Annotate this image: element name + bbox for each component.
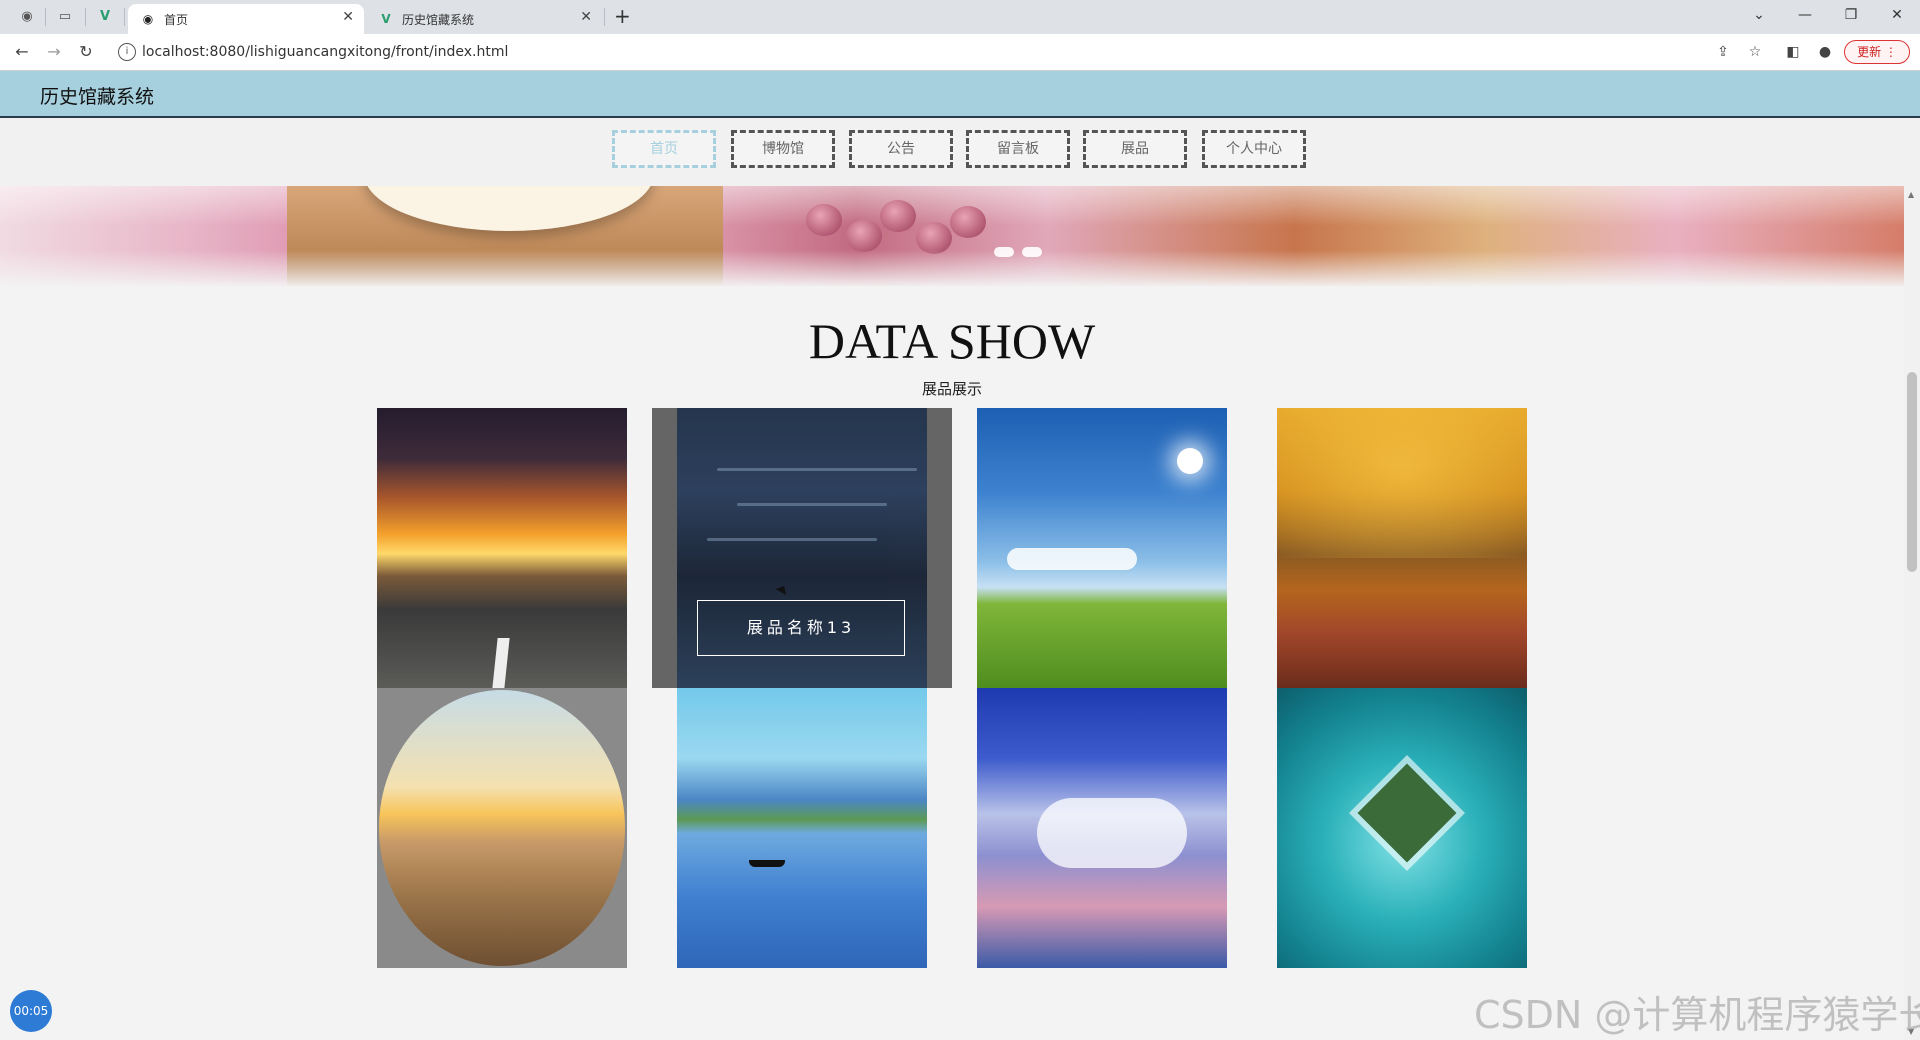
tab-separator — [45, 8, 46, 26]
new-tab-button[interactable]: + — [614, 4, 631, 28]
banner-rosebud — [846, 220, 882, 252]
recording-timer[interactable]: 00:05 — [10, 990, 52, 1032]
section-title: DATA SHOW — [808, 313, 1096, 369]
tab-search-dropdown-icon[interactable]: ⌄ — [1744, 4, 1774, 26]
exhibit-card-hovered[interactable]: 展品名称13 — [652, 408, 952, 688]
profile-avatar-icon[interactable]: ● — [1814, 42, 1836, 62]
site-info-icon[interactable]: i — [118, 43, 136, 61]
nav-home[interactable]: 首页 — [612, 130, 716, 168]
share-icon[interactable]: ⇪ — [1712, 42, 1734, 62]
exhibit-card-green-hill[interactable] — [977, 408, 1227, 688]
cloud — [1037, 798, 1187, 868]
banner-rosebud — [950, 206, 986, 238]
scroll-up-arrow-icon[interactable]: ▲ — [1908, 190, 1914, 199]
close-tab-icon[interactable]: ✕ — [342, 9, 354, 25]
road-line — [492, 638, 510, 688]
sun — [1177, 448, 1203, 474]
site-header: 历史馆藏系统 — [0, 71, 1920, 118]
browser-tab-strip: ◉ ▭ V ◉ 首页 ✕ V 历史馆藏系统 ✕ + ⌄ — ❐ ✕ — [0, 0, 1920, 34]
carousel-dot[interactable] — [994, 247, 1014, 257]
cloud — [1007, 548, 1137, 570]
side-panel-icon[interactable]: ◧ — [1782, 42, 1804, 62]
nav-personal-center[interactable]: 个人中心 — [1202, 130, 1306, 168]
update-button[interactable]: 更新 ⋮ — [1844, 40, 1910, 64]
banner-rosebud — [806, 204, 842, 236]
more-menu-icon: ⋮ — [1884, 45, 1897, 59]
exhibit-card-desert-circle[interactable] — [377, 688, 627, 968]
exhibit-card-anime-clouds[interactable] — [977, 688, 1227, 968]
close-tab-icon[interactable]: ✕ — [580, 9, 592, 25]
water-ripple — [717, 468, 917, 471]
forward-arrow-icon[interactable]: → — [42, 41, 66, 63]
scroll-thumb[interactable] — [1907, 372, 1917, 572]
tab-separator — [85, 8, 86, 26]
restore-icon[interactable]: ❐ — [1836, 4, 1866, 26]
pinned-tab-icon[interactable]: ▭ — [56, 8, 74, 26]
nav-announcement[interactable]: 公告 — [849, 130, 953, 168]
tab-title: 首页 — [164, 13, 189, 27]
banner-rosebud — [880, 200, 916, 232]
exhibit-card-lake-boat[interactable] — [677, 688, 927, 968]
globe-icon: ◉ — [142, 12, 154, 26]
minimize-icon[interactable]: — — [1790, 4, 1820, 26]
browser-tab-system[interactable]: V 历史馆藏系统 ✕ — [366, 4, 602, 34]
watermark: CSDN @计算机程序猿学长 — [1474, 993, 1920, 1037]
url-text[interactable]: localhost:8080/lishiguancangxitong/front… — [142, 44, 508, 60]
water-ripple — [707, 538, 877, 541]
desert-image — [379, 690, 625, 966]
tab-separator — [604, 8, 605, 26]
tab-separator — [124, 8, 125, 26]
nav-exhibits[interactable]: 展品 — [1083, 130, 1187, 168]
heart-island — [1357, 763, 1457, 863]
section-subtitle: 展品展示 — [921, 380, 982, 398]
foliage-glow — [1277, 408, 1527, 558]
exhibit-card-sunset-road[interactable] — [377, 408, 627, 688]
bookmark-star-icon[interactable]: ☆ — [1744, 42, 1766, 62]
carousel-dot[interactable] — [1022, 247, 1042, 257]
address-bar[interactable]: i localhost:8080/lishiguancangxitong/fro… — [110, 39, 1710, 65]
page-scrollbar[interactable]: ▲ ▼ — [1904, 186, 1920, 1040]
exhibit-name-label[interactable]: 展品名称13 — [697, 600, 905, 656]
banner-fade — [0, 250, 1904, 286]
exhibit-card-autumn-trees[interactable] — [1277, 408, 1527, 688]
close-window-icon[interactable]: ✕ — [1882, 4, 1912, 26]
water-ripple — [737, 503, 887, 506]
vue-favicon-icon: V — [381, 12, 391, 26]
main-nav: 首页 博物馆 公告 留言板 展品 个人中心 — [0, 118, 1920, 186]
tab-search-icon[interactable]: ◉ — [18, 8, 36, 26]
tab-title: 历史馆藏系统 — [402, 13, 475, 27]
reload-icon[interactable]: ↻ — [74, 41, 98, 63]
boat — [749, 860, 785, 867]
update-label: 更新 — [1857, 45, 1882, 59]
nav-museum[interactable]: 博物馆 — [731, 130, 835, 168]
banner-carousel[interactable] — [0, 186, 1904, 286]
browser-toolbar: ← → ↻ i localhost:8080/lishiguancangxito… — [0, 34, 1920, 71]
back-arrow-icon[interactable]: ← — [10, 41, 34, 63]
browser-tab-home[interactable]: ◉ 首页 ✕ — [128, 4, 364, 34]
exhibit-card-heart-island[interactable] — [1277, 688, 1527, 968]
vue-favicon-icon[interactable]: V — [96, 8, 114, 26]
nav-message-board[interactable]: 留言板 — [966, 130, 1070, 168]
site-title: 历史馆藏系统 — [40, 86, 155, 108]
